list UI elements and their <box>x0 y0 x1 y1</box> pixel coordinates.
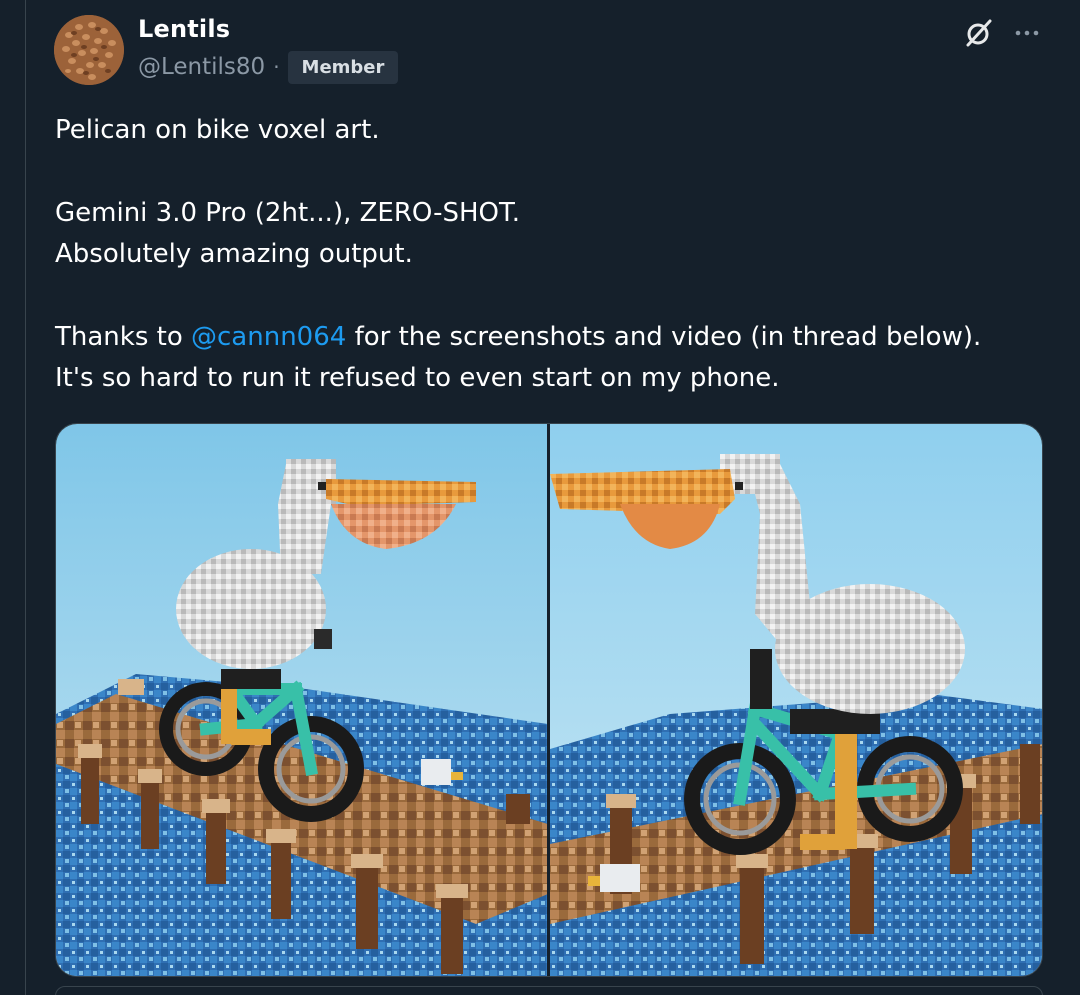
handle-row: @Lentils80 · Member <box>138 50 399 84</box>
next-card-edge <box>55 986 1043 995</box>
media-image-left[interactable] <box>56 424 547 976</box>
lentils-avatar-icon <box>54 15 124 85</box>
media-image-right[interactable] <box>550 424 1042 976</box>
grok-icon[interactable] <box>962 16 996 50</box>
tweet-line: Absolutely amazing output. <box>55 239 413 269</box>
tweet-text-segment: Thanks to <box>55 322 192 352</box>
member-badge[interactable]: Member <box>287 50 399 84</box>
tweet-line: Gemini 3.0 Pro (2ht...), ZERO-SHOT. <box>55 198 521 228</box>
timeline-column-border <box>25 0 26 995</box>
display-name[interactable]: Lentils <box>138 15 230 43</box>
media-grid <box>55 423 1043 977</box>
tweet-text: Pelican on bike voxel art. Gemini 3.0 Pr… <box>55 110 1055 399</box>
tweet-line: Pelican on bike voxel art. <box>55 115 380 145</box>
mention-link[interactable]: @cannn064 <box>191 322 346 352</box>
handle-separator: · <box>273 55 280 79</box>
tweet-line: Thanks to @cannn064 for the screenshots … <box>55 317 1055 358</box>
user-handle[interactable]: @Lentils80 <box>138 54 265 80</box>
more-icon[interactable] <box>1010 16 1044 50</box>
tweet-text-segment: for the screenshots and video (in thread… <box>346 322 982 352</box>
tweet-line: It's so hard to run it refused to even s… <box>55 363 780 393</box>
avatar[interactable] <box>54 15 124 85</box>
tweet-page: Lentils @Lentils80 · Member Pelican on b… <box>0 0 1080 995</box>
